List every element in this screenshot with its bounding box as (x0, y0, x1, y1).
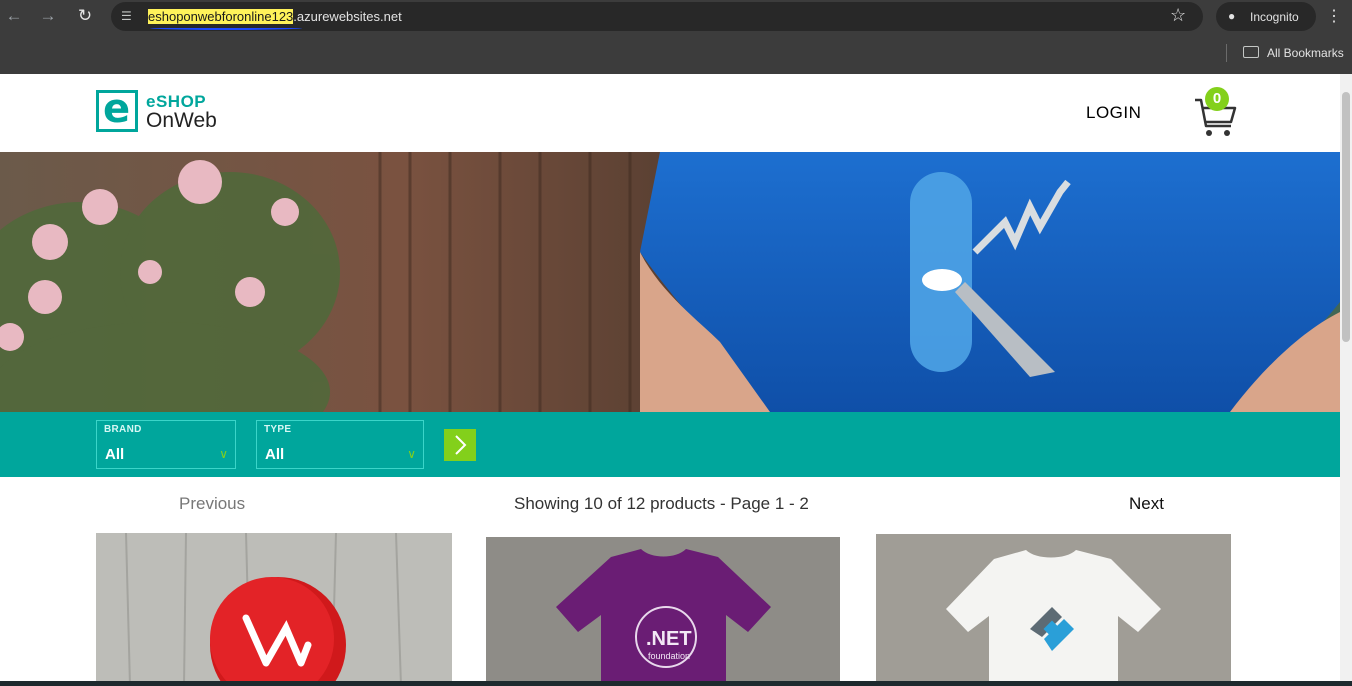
bookmark-star-icon[interactable]: ☆ (1170, 5, 1186, 26)
logo-mark: e (103, 86, 131, 132)
chevron-down-icon: ∨ (219, 447, 228, 461)
brand-filter-label: BRAND (104, 424, 142, 435)
taskbar-edge (0, 681, 1352, 686)
incognito-button[interactable]: ● Incognito (1216, 2, 1316, 31)
product-image-red-pin[interactable] (96, 533, 452, 686)
bookmarks-separator (1226, 44, 1227, 62)
bookmarks-bar (0, 33, 1352, 74)
reload-icon[interactable]: ↻ (75, 6, 95, 26)
login-link[interactable]: LOGIN (1086, 103, 1141, 123)
brand-filter-select[interactable]: BRAND All ∨ (96, 420, 236, 469)
cart-count-badge: 0 (1205, 87, 1229, 111)
all-bookmarks-link[interactable]: All Bookmarks (1267, 46, 1344, 60)
product-image-net-tshirt[interactable]: .NET foundation (486, 537, 840, 686)
previous-page-link[interactable]: Previous (179, 494, 245, 514)
incognito-label: Incognito (1250, 10, 1299, 24)
hero-banner-image (0, 152, 1340, 412)
incognito-icon: ● (1228, 9, 1236, 23)
scrollbar-thumb[interactable] (1342, 92, 1350, 342)
browser-toolbar: ← → ↻ ☰ eshoponwebforonline123.azurewebs… (0, 0, 1352, 33)
pagination-status: Showing 10 of 12 products - Page 1 - 2 (514, 494, 809, 513)
net-print-label: .NET (646, 628, 692, 650)
back-icon[interactable]: ← (4, 6, 24, 26)
type-filter-value: All (265, 446, 285, 463)
chevron-right-icon (455, 435, 467, 455)
product-image-white-tshirt[interactable] (876, 534, 1231, 686)
chevron-down-icon: ∨ (407, 447, 416, 461)
next-page-link[interactable]: Next (1129, 494, 1164, 514)
folder-icon (1243, 46, 1259, 58)
logo-line2: OnWeb (146, 109, 217, 132)
forward-icon[interactable]: → (38, 6, 58, 26)
browser-menu-icon[interactable]: ⋮ (1326, 6, 1342, 26)
type-filter-label: TYPE (264, 424, 292, 435)
page-scrollbar[interactable] (1340, 74, 1352, 686)
url-text: eshoponwebforonline123.azurewebsites.net (148, 9, 402, 24)
apply-filter-button[interactable] (444, 429, 476, 461)
eshop-logo[interactable]: e eSHOP OnWeb (96, 86, 236, 136)
page-content: e eSHOP OnWeb LOGIN 0 BRAND All ∨ TYPE A… (0, 74, 1340, 686)
type-filter-select[interactable]: TYPE All ∨ (256, 420, 424, 469)
site-settings-icon[interactable]: ☰ (121, 9, 135, 23)
catalog-filter-bar: BRAND All ∨ TYPE All ∨ (0, 412, 1340, 477)
brand-filter-value: All (105, 446, 125, 463)
net-print-sublabel: foundation (648, 651, 690, 661)
url-annotation-underline (150, 26, 302, 30)
